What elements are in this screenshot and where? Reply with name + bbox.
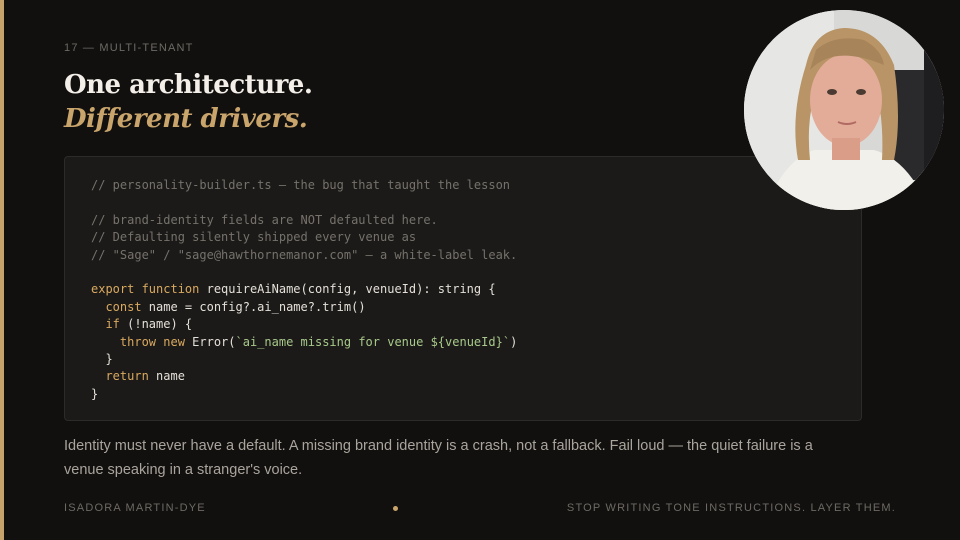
presenter-video-icon [744,10,944,210]
slide-subtitle: Different drivers. [64,104,308,134]
slide-body-text: Identity must never have a default. A mi… [64,438,813,478]
code-token: if [105,317,120,332]
code-token: } [91,386,99,401]
code-line: if (!name) { [91,316,517,333]
code-content: // personality-builder.ts — the bug that… [91,177,517,403]
code-token: ) [510,334,518,349]
code-token: requireAiName(config, venueId): string { [199,282,496,297]
presenter-webcam [744,10,944,210]
code-token: } [91,351,113,366]
code-line: // personality-builder.ts — the bug that… [91,177,517,194]
code-line: throw new Error(`ai_name missing for ven… [91,334,517,351]
code-block: // personality-builder.ts — the bug that… [64,156,862,421]
code-token: name [148,369,185,384]
footer-tagline: STOP WRITING TONE INSTRUCTIONS. LAYER TH… [566,502,896,514]
code-token: `ai_name missing for venue ${venueId}` [235,334,511,349]
code-line: const name = config?.ai_name?.trim() [91,299,517,316]
code-token: const [105,299,142,314]
code-token: export function [91,282,200,297]
code-token: // "Sage" / "sage@hawthornemanor.com" — … [91,247,518,262]
code-token: // brand-identity fields are NOT default… [91,212,438,227]
code-token: // personality-builder.ts — the bug that… [91,178,511,192]
code-line: // "Sage" / "sage@hawthornemanor.com" — … [91,247,517,264]
code-token: throw new [119,334,185,349]
slide-title: One architecture. [64,70,313,100]
code-token: // Defaulting silently shipped every ven… [91,230,417,245]
slide-eyebrow: 17 — MULTI-TENANT [64,42,194,54]
code-token: name = config?.ai_name?.trim() [141,299,366,314]
code-token: Error( [184,334,236,349]
code-line: // Defaulting silently shipped every ven… [91,229,517,246]
code-line: } [91,386,517,403]
accent-bar [0,0,4,540]
code-line: export function requireAiName(config, ve… [91,281,517,298]
code-line: // brand-identity fields are NOT default… [91,212,517,229]
code-token: return [105,369,149,384]
code-token: (!name) { [119,317,193,332]
code-line: return name [91,368,517,385]
footer-author: ISADORA MARTIN-DYE [64,502,206,514]
footer-dot-icon [393,506,398,511]
code-line: } [91,351,517,368]
slide: 17 — MULTI-TENANT One architecture. Diff… [0,0,960,540]
